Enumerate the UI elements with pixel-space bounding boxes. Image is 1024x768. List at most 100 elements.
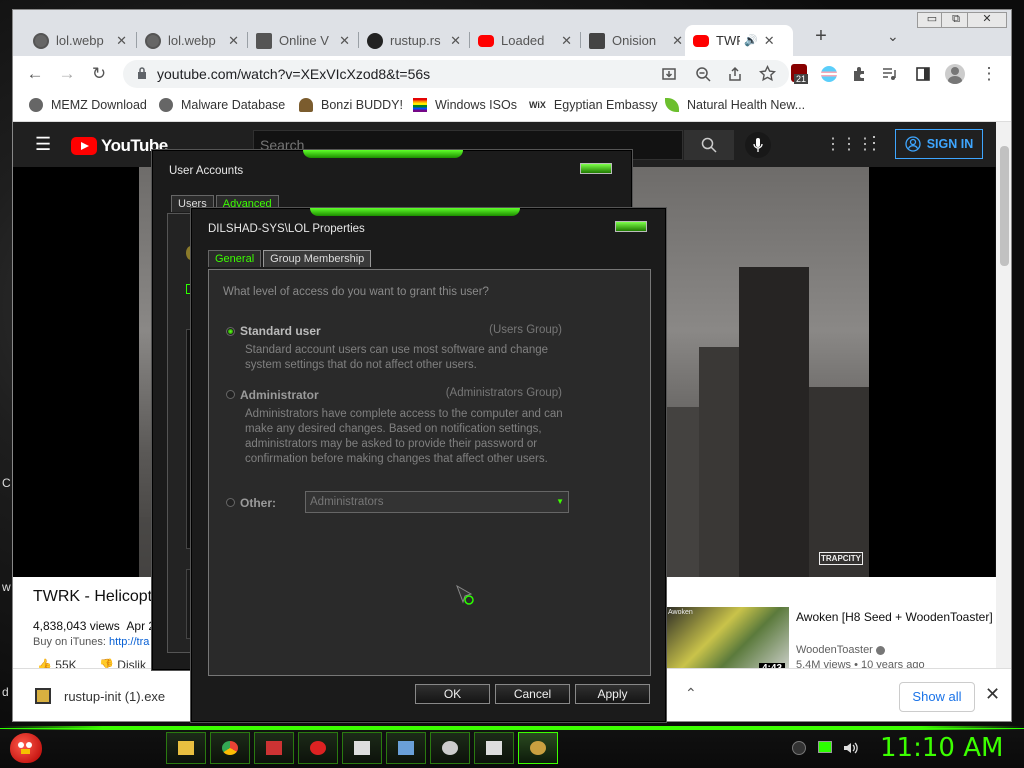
more-options-icon[interactable]: ⋮ xyxy=(865,133,883,154)
download-filename[interactable]: rustup-init (1).exe xyxy=(64,689,165,704)
network-icon[interactable] xyxy=(818,741,832,753)
video-title: TWRK - Helicopte xyxy=(33,588,162,605)
play-icon xyxy=(71,137,97,155)
other-radio[interactable] xyxy=(226,498,235,507)
video-thumbnail[interactable]: Awoken 4:43 xyxy=(665,607,789,677)
sign-in-button[interactable]: SIGN IN xyxy=(895,129,983,159)
download-options-icon[interactable]: ⌃ xyxy=(685,685,697,702)
taskbar-app-settings[interactable] xyxy=(430,732,470,764)
bookmark-item[interactable]: Natural Health New... xyxy=(665,98,805,112)
chrome-menu-icon[interactable]: ⋮ xyxy=(977,62,1001,86)
itunes-link[interactable]: http://tra xyxy=(109,636,149,648)
bookmark-item[interactable]: Bonzi BUDDY! xyxy=(299,98,403,112)
browser-toolbar: ← → ↻ youtube.com/watch?v=XExVIcXzod8&t=… xyxy=(13,56,1011,92)
tab[interactable]: Online V ✕ xyxy=(248,25,358,56)
taskbar-app-chrome[interactable] xyxy=(210,732,250,764)
volume-icon[interactable] xyxy=(842,740,858,756)
close-tab-icon[interactable]: ✕ xyxy=(116,33,127,49)
taskbar-app-devcpp[interactable] xyxy=(298,732,338,764)
close-tab-icon[interactable]: ✕ xyxy=(228,33,239,49)
desktop-edge-text: w xyxy=(2,580,11,594)
bookmark-item[interactable]: WiX Egyptian Embassy xyxy=(529,98,657,112)
close-tab-icon[interactable]: ✕ xyxy=(672,33,683,49)
ublock-icon[interactable]: 21 xyxy=(791,64,809,84)
extension-icon[interactable] xyxy=(821,66,837,82)
tab[interactable]: lol.webp ✕ xyxy=(137,25,247,56)
search-icon xyxy=(701,137,717,153)
bookmark-item[interactable]: Windows ISOs xyxy=(413,98,517,112)
close-button[interactable] xyxy=(580,163,612,174)
scrollbar-thumb[interactable] xyxy=(1000,146,1009,266)
back-button[interactable]: ← xyxy=(23,62,47,86)
channel-name[interactable]: WoodenToaster xyxy=(796,644,885,656)
administrator-radio[interactable] xyxy=(226,390,235,399)
media-control-icon[interactable] xyxy=(881,66,897,82)
taskbar-app-user-accounts[interactable] xyxy=(518,732,558,764)
search-button[interactable] xyxy=(684,130,734,160)
close-download-bar-icon[interactable]: ✕ xyxy=(985,684,1000,705)
side-panel-icon[interactable] xyxy=(915,66,931,82)
taskbar-app-window[interactable] xyxy=(342,732,382,764)
clock[interactable]: 11:10 AM xyxy=(880,733,1003,763)
recommended-title[interactable]: Awoken [H8 Seed + WoodenToaster] xyxy=(796,609,996,625)
properties-dialog: DILSHAD-SYS\LOL Properties General Group … xyxy=(191,208,666,722)
standard-user-radio[interactable] xyxy=(226,327,235,336)
taskbar-app-screenshot[interactable] xyxy=(386,732,426,764)
bookmark-item[interactable]: Malware Database xyxy=(159,98,285,112)
audio-playing-icon[interactable]: 🔊 xyxy=(744,34,758,47)
reload-button[interactable]: ↻ xyxy=(87,62,111,86)
install-app-icon[interactable] xyxy=(661,66,677,82)
hamburger-menu-icon[interactable]: ☰ xyxy=(35,134,51,155)
taskbar-app-folder[interactable] xyxy=(166,732,206,764)
bookmark-star-icon[interactable] xyxy=(759,65,776,82)
show-hidden-icons[interactable] xyxy=(792,741,806,755)
forward-button[interactable]: → xyxy=(55,62,79,86)
close-tab-icon[interactable]: ✕ xyxy=(339,33,350,49)
tab[interactable]: lol.webp ✕ xyxy=(25,25,135,56)
share-icon[interactable] xyxy=(727,66,743,82)
window-icon xyxy=(354,741,370,755)
bookmark-item[interactable]: MEMZ Download xyxy=(29,98,147,112)
close-button[interactable] xyxy=(615,221,647,232)
apply-button[interactable]: Apply xyxy=(575,684,650,704)
taskbar-app-window[interactable] xyxy=(474,732,514,764)
settings-icon xyxy=(442,741,458,755)
globe-icon xyxy=(159,98,173,112)
address-bar[interactable]: youtube.com/watch?v=XExVIcXzod8&t=56s xyxy=(123,60,789,88)
tab-search-icon[interactable]: ⌄ xyxy=(887,28,899,45)
close-tab-icon[interactable]: ✕ xyxy=(764,33,775,49)
zoom-icon[interactable] xyxy=(695,66,711,82)
taskbar-app-media[interactable] xyxy=(254,732,294,764)
cancel-button[interactable]: Cancel xyxy=(495,684,570,704)
ok-button[interactable]: OK xyxy=(415,684,490,704)
administrator-group: (Administrators Group) xyxy=(445,387,562,399)
close-tab-icon[interactable]: ✕ xyxy=(561,33,572,49)
profile-avatar[interactable] xyxy=(945,64,965,84)
close-tab-icon[interactable]: ✕ xyxy=(450,33,461,49)
globe-icon xyxy=(33,32,49,49)
extensions-puzzle-icon[interactable] xyxy=(851,66,867,82)
video-stats: 4,838,043 views Apr 28 xyxy=(33,619,162,633)
tab-group-membership[interactable]: Group Membership xyxy=(263,250,372,267)
other-label[interactable]: Other: xyxy=(240,496,276,510)
group-select[interactable]: Administrators ▼ xyxy=(305,491,569,513)
administrator-label[interactable]: Administrator xyxy=(240,388,319,402)
tab-active[interactable]: TWR 🔊 ✕ xyxy=(685,25,793,56)
standard-user-label[interactable]: Standard user xyxy=(240,324,321,338)
tab[interactable]: rustup.rs ✕ xyxy=(359,25,469,56)
globe-icon xyxy=(145,32,161,49)
account-icon xyxy=(905,136,921,152)
page-scrollbar[interactable] xyxy=(996,122,1011,668)
media-icon xyxy=(266,741,282,755)
tab[interactable]: Loaded ✕ xyxy=(470,25,580,56)
start-button[interactable] xyxy=(10,727,46,765)
show-all-button[interactable]: Show all xyxy=(899,682,975,712)
tab[interactable]: Onision ✕ xyxy=(581,25,691,56)
rainbow-flag-icon xyxy=(413,98,427,112)
new-tab-button[interactable]: + xyxy=(807,25,835,48)
chrome-icon xyxy=(222,741,238,755)
microphone-button[interactable] xyxy=(745,132,771,158)
close-window-button[interactable]: ✕ xyxy=(967,12,1007,28)
tab-general[interactable]: General xyxy=(208,250,262,267)
administrator-description: Administrators have complete access to t… xyxy=(245,408,563,465)
